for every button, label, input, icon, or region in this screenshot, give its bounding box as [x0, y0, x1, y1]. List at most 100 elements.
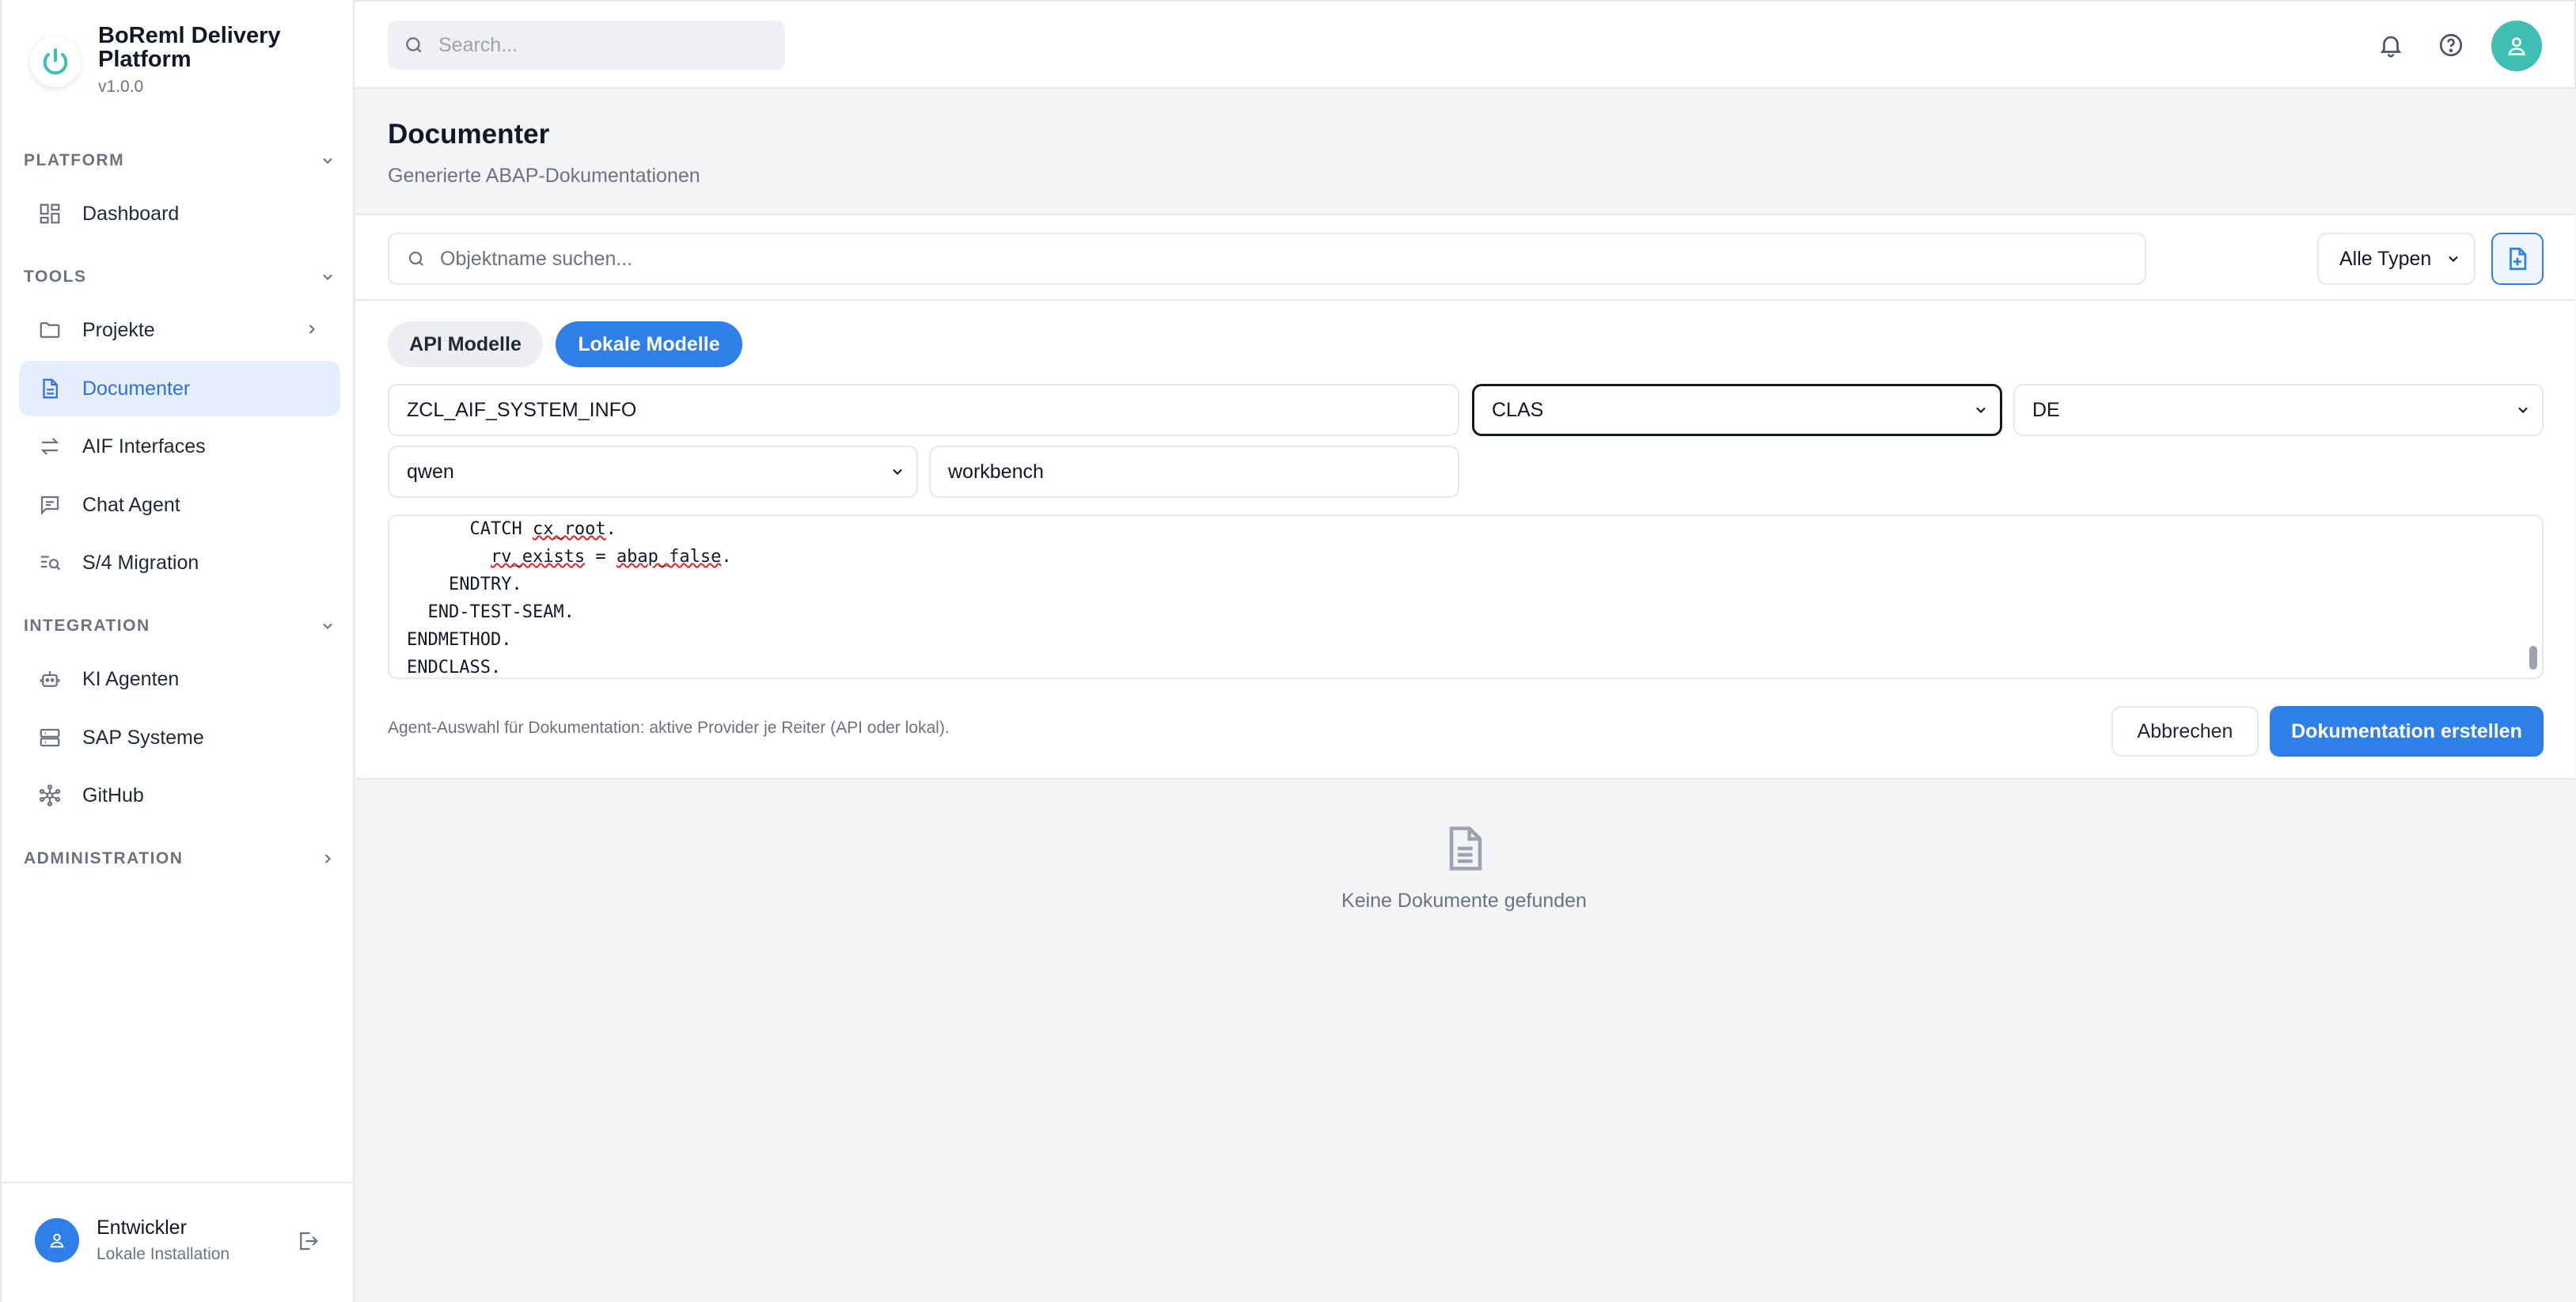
sidebar-item-label: S/4 Migration	[82, 551, 199, 574]
model-select[interactable]: qwen	[388, 446, 918, 498]
type-filter-value: Alle Typen	[2339, 247, 2432, 270]
chevron-down-icon	[2518, 407, 2528, 413]
sidebar-item-aif-interfaces[interactable]: AIF Interfaces	[19, 419, 340, 474]
list-search-icon	[36, 549, 63, 576]
code-line: CATCH cx_root.	[407, 519, 616, 539]
server-icon	[36, 724, 63, 751]
sidebar-item-label: GitHub	[82, 784, 144, 807]
page-title: Documenter	[388, 119, 550, 150]
search-icon	[408, 251, 423, 266]
chevron-right-icon	[324, 854, 331, 864]
document-icon	[36, 375, 63, 402]
create-documentation-button[interactable]: Dokumentation erstellen	[2270, 706, 2544, 757]
file-plus-icon	[2510, 247, 2527, 271]
code-line: ENDTRY.	[407, 575, 522, 594]
page-header: Documenter Generierte ABAP-Dokumentation…	[388, 119, 700, 188]
user-panel: Entwickler Lokale Installation	[2, 1182, 355, 1302]
document-icon	[1266, 823, 1662, 874]
sidebar-item-projekte[interactable]: Projekte	[19, 302, 340, 358]
new-document-button[interactable]	[2491, 233, 2544, 285]
folder-icon	[36, 317, 63, 344]
arrows-exchange-icon	[36, 433, 63, 460]
search-placeholder: Search...	[438, 33, 518, 56]
page-subtitle: Generierte ABAP-Dokumentationen	[388, 165, 700, 187]
section-integration[interactable]: INTEGRATION	[24, 617, 336, 636]
package-value: workbench	[948, 460, 1044, 483]
chevron-right-icon	[309, 325, 315, 334]
object-name-value: ZCL_AIF_SYSTEM_INFO	[407, 398, 637, 421]
chevron-down-icon	[323, 158, 332, 164]
section-label: TOOLS	[24, 268, 87, 286]
sidebar-item-label: AIF Interfaces	[82, 435, 206, 457]
user-icon	[2508, 37, 2525, 55]
cancel-button[interactable]: Abbrechen	[2111, 706, 2259, 757]
code-line: END-TEST-SEAM.	[407, 602, 575, 622]
object-type-value: CLAS	[1492, 398, 1544, 421]
sidebar-item-dashboard[interactable]: Dashboard	[19, 186, 340, 241]
object-search-input[interactable]: Objektname suchen...	[388, 233, 2146, 285]
help-icon[interactable]	[2438, 32, 2464, 59]
sidebar-item-ki-agenten[interactable]: KI Agenten	[19, 651, 340, 707]
model-value: qwen	[407, 460, 454, 483]
empty-state: Keine Dokumente gefunden	[1266, 823, 1662, 913]
create-documentation-form: API Modelle Lokale Modelle ZCL_AIF_SYSTE…	[356, 301, 2575, 780]
tab-lokale-modelle[interactable]: Lokale Modelle	[556, 321, 742, 367]
textarea-scrollbar[interactable]	[2529, 646, 2537, 670]
sidebar-item-github[interactable]: GitHub	[19, 768, 340, 823]
object-type-select[interactable]: CLAS	[1472, 384, 2002, 436]
code-line: ENDCLASS.	[407, 658, 502, 678]
user-subtitle: Lokale Installation	[97, 1245, 230, 1263]
chevron-down-icon	[893, 469, 902, 475]
search-icon	[406, 37, 422, 53]
brand[interactable]: BoReml Delivery Platform v1.0.0	[30, 24, 336, 97]
sidebar-item-label: Projekte	[82, 318, 155, 341]
sidebar-item-label: Documenter	[82, 377, 191, 400]
avatar[interactable]	[35, 1218, 79, 1262]
bell-icon[interactable]	[2377, 32, 2404, 59]
tab-api-modelle[interactable]: API Modelle	[388, 321, 543, 367]
language-value: DE	[2032, 398, 2060, 421]
section-label: ADMINISTRATION	[24, 849, 184, 867]
chat-icon	[36, 492, 63, 518]
sidebar-item-label: SAP Systeme	[82, 726, 204, 749]
code-line: rv_exists = abap_false.	[490, 547, 732, 567]
user-icon	[50, 1233, 64, 1248]
sidebar-item-chat-agent[interactable]: Chat Agent	[19, 477, 340, 533]
logout-icon[interactable]	[296, 1229, 320, 1253]
chevron-down-icon	[323, 623, 332, 629]
type-filter-select[interactable]: Alle Typen	[2317, 233, 2475, 285]
topbar: Search...	[355, 0, 2576, 89]
package-field[interactable]: workbench	[929, 446, 1459, 498]
user-avatar[interactable]	[2491, 21, 2542, 71]
network-icon	[36, 782, 63, 809]
section-platform[interactable]: PLATFORM	[24, 151, 336, 170]
section-label: INTEGRATION	[24, 617, 150, 635]
chevron-down-icon	[1976, 407, 1986, 413]
sidebar-item-label: KI Agenten	[82, 667, 180, 690]
app-version: v1.0.0	[98, 78, 144, 96]
section-label: PLATFORM	[24, 151, 125, 169]
language-select[interactable]: DE	[2013, 384, 2544, 436]
sidebar: BoReml Delivery Platform v1.0.0 PLATFORM…	[0, 0, 355, 1302]
sidebar-item-s4-migration[interactable]: S/4 Migration	[19, 535, 340, 590]
sidebar-item-label: Chat Agent	[82, 493, 180, 516]
source-code-textarea[interactable]: CATCH cx_root. rv_exists = abap_false. E…	[388, 514, 2544, 679]
empty-state-text: Keine Dokumente gefunden	[1341, 890, 1587, 912]
chevron-down-icon	[2449, 256, 2458, 262]
code-line: ENDMETHOD.	[407, 630, 512, 650]
section-administration[interactable]: ADMINISTRATION	[24, 849, 336, 868]
power-icon	[30, 36, 81, 87]
section-tools[interactable]: TOOLS	[24, 268, 336, 287]
sidebar-item-documenter[interactable]: Documenter	[19, 361, 340, 416]
global-search-input[interactable]: Search...	[388, 21, 785, 70]
user-name: Entwickler	[97, 1217, 187, 1239]
dashboard-icon	[36, 200, 63, 227]
agent-hint-text: Agent-Auswahl für Dokumentation: aktive …	[388, 719, 950, 737]
robot-icon	[36, 666, 63, 693]
app-name: BoReml Delivery Platform	[98, 23, 281, 72]
sidebar-item-sap-systeme[interactable]: SAP Systeme	[19, 710, 340, 765]
object-search-placeholder: Objektname suchen...	[440, 247, 633, 270]
filter-bar: Objektname suchen... Alle Typen	[356, 214, 2575, 301]
object-name-field[interactable]: ZCL_AIF_SYSTEM_INFO	[388, 384, 1459, 436]
chevron-down-icon	[323, 274, 332, 280]
